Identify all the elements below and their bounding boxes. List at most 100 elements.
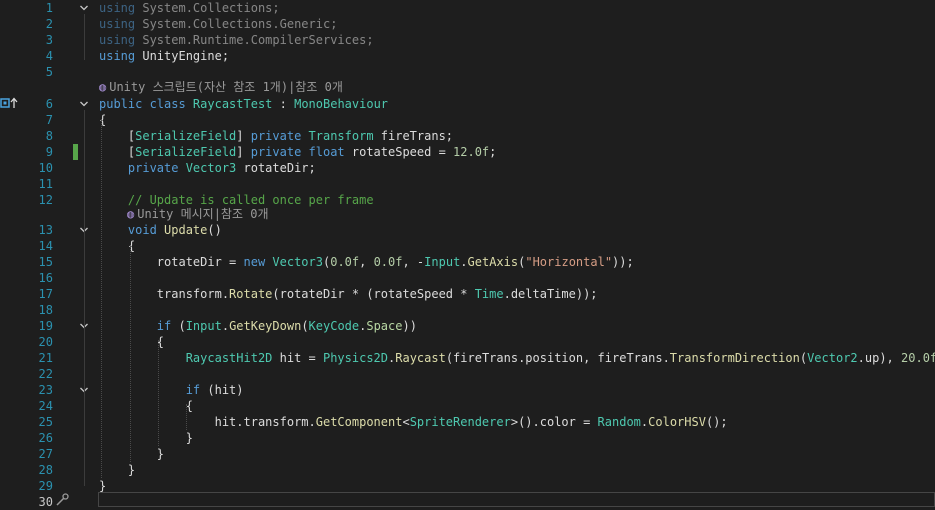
code-token: private float — [250, 145, 345, 159]
code-line[interactable]: 17 transform.Rotate(rotateDir * (rotateS… — [0, 286, 935, 302]
code-token: ( — [171, 319, 186, 333]
code-line[interactable]: 28 } — [0, 462, 935, 478]
code-line[interactable]: 20 { — [0, 334, 935, 350]
line-number: 23 — [38, 383, 53, 397]
code-line[interactable]: 14 { — [0, 238, 935, 254]
code-token: Rotate — [229, 287, 273, 301]
code-editor[interactable]: 1 using System.Collections; 2 using System.… — [0, 0, 935, 509]
indent-guide — [186, 404, 187, 430]
line-number: 17 — [38, 287, 53, 301]
unity-icon: ◍ — [99, 80, 107, 94]
line-number: 27 — [38, 447, 53, 461]
line-number: 22 — [38, 367, 53, 381]
code-text: [SerializeField] private float rotateSpe… — [99, 144, 497, 160]
code-line[interactable]: 25 hit.transform.GetComponent<SpriteRend… — [0, 414, 935, 430]
line-number: 7 — [45, 113, 53, 127]
code-token: ColorHSV — [648, 415, 706, 429]
code-line[interactable]: 21 RaycastHit2D hit = Physics2D.Raycast(… — [0, 350, 935, 366]
unity-icon: ◍ — [127, 207, 135, 221]
code-token: { — [99, 399, 193, 413]
change-marker — [73, 144, 78, 160]
code-token: GetKeyDown — [229, 319, 302, 333]
code-token: (hit) — [200, 383, 244, 397]
code-line[interactable]: 23 if (hit) — [0, 382, 935, 398]
code-line[interactable]: 8 [SerializeField] private Transform fir… — [0, 128, 935, 144]
code-text: } — [99, 430, 193, 446]
code-token: Vector2 — [807, 351, 858, 365]
line-number: 18 — [38, 303, 53, 317]
code-token: System.Collections.Generic; — [135, 17, 338, 31]
code-text: rotateDir = new Vector3(0.0f, 0.0f, -Inp… — [99, 254, 634, 270]
code-token: .deltaTime)); — [503, 287, 598, 301]
code-token: 12.0f — [453, 145, 490, 159]
code-token: using — [99, 49, 136, 63]
code-token: Update — [164, 223, 208, 237]
code-line[interactable]: 2 using System.Collections.Generic; — [0, 16, 935, 32]
code-line[interactable]: 13 void Update() — [0, 222, 935, 238]
code-line[interactable]: 18 — [0, 302, 935, 318]
code-token: ; — [489, 145, 497, 159]
code-token: } — [99, 431, 193, 445]
code-token: transform. — [99, 287, 230, 301]
line-number: 16 — [38, 271, 53, 285]
quick-actions-icon[interactable] — [55, 492, 69, 507]
code-line[interactable]: 10 private Vector3 rotateDir; — [0, 160, 935, 176]
code-token: ( — [301, 319, 309, 333]
code-token: rotateSpeed = — [344, 145, 454, 159]
code-line[interactable]: 19 if (Input.GetKeyDown(KeyCode.Space)) — [0, 318, 935, 334]
line-number: 26 — [38, 431, 53, 445]
code-line[interactable]: 26 } — [0, 430, 935, 446]
code-token: KeyCode — [308, 319, 360, 333]
class-code-lens[interactable]: ◍ Unity 스크립트(자산 참조 1개)|참조 0개 — [99, 78, 343, 95]
line-number: 2 — [45, 17, 53, 31]
code-line[interactable]: 6 public class RaycastTest : MonoBehaviou… — [0, 96, 935, 112]
line-number: 5 — [45, 65, 53, 79]
chevron-down-icon[interactable] — [79, 99, 89, 109]
code-line[interactable]: 27 } — [0, 446, 935, 462]
code-text: [SerializeField] private Transform fireT… — [99, 128, 453, 144]
code-token: void — [127, 223, 165, 237]
code-line[interactable]: 15 rotateDir = new Vector3(0.0f, 0.0f, -… — [0, 254, 935, 270]
code-token: . — [221, 319, 230, 333]
code-token: GetComponent — [315, 415, 403, 429]
code-token: Time — [474, 287, 504, 301]
line-number: 21 — [38, 351, 53, 365]
code-line[interactable]: 24 { — [0, 398, 935, 414]
code-token: { — [99, 335, 165, 349]
code-token: MonoBehaviour — [294, 97, 389, 111]
line-number: 14 — [38, 239, 53, 253]
code-line[interactable]: 3 using System.Runtime.CompilerServices; — [0, 32, 935, 48]
code-token: SerializeField — [135, 129, 237, 143]
method-code-lens[interactable]: ◍ Unity 메시지|참조 0개 — [127, 205, 269, 222]
code-line[interactable]: 4 using UnityEngine; — [0, 48, 935, 64]
code-line[interactable]: 9 [SerializeField] private float rotateS… — [0, 144, 935, 160]
code-token: System.Collections; — [135, 1, 280, 15]
line-number: 8 — [45, 129, 53, 143]
code-token: ] — [236, 145, 251, 159]
code-text: { — [99, 334, 164, 350]
code-token: } — [99, 447, 165, 461]
code-token: 0.0f — [373, 255, 403, 269]
code-text: } — [99, 462, 135, 478]
code-token: Input — [424, 255, 461, 269]
code-token: 0.0f — [330, 255, 360, 269]
chevron-down-icon[interactable] — [79, 3, 89, 13]
code-token: Vector3 — [185, 161, 237, 175]
code-line[interactable]: 1 using System.Collections; — [0, 0, 935, 16]
code-line[interactable]: 7{ — [0, 112, 935, 128]
code-token: if — [185, 383, 201, 397]
code-line[interactable]: 16 — [0, 270, 935, 286]
code-token: TransformDirection — [669, 351, 800, 365]
code-token: using — [99, 17, 136, 31]
code-line[interactable]: 11 — [0, 176, 935, 192]
code-text: if (hit) — [99, 382, 244, 398]
code-line[interactable]: 22 — [0, 366, 935, 382]
line-number: 20 — [38, 335, 53, 349]
code-text: hit.transform.GetComponent<SpriteRendere… — [99, 414, 728, 430]
code-token: using — [99, 1, 136, 15]
line-number: 15 — [38, 255, 53, 269]
